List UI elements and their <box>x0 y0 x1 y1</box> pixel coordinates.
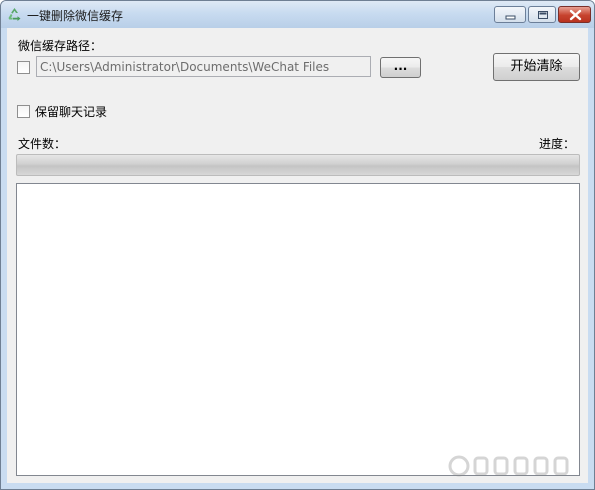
close-button[interactable] <box>558 6 591 23</box>
path-label: 微信缓存路径： <box>18 39 103 53</box>
close-icon <box>569 9 582 21</box>
main-panel: 微信缓存路径： C:\Users\Administrator\Documents… <box>7 28 588 483</box>
path-checkbox[interactable] <box>17 61 30 74</box>
file-count-label: 文件数： <box>18 137 67 151</box>
path-input[interactable]: C:\Users\Administrator\Documents\WeChat … <box>36 56 371 77</box>
app-window: 一键删除微信缓存 微信缓存路径： C:\Users\Administrator\… <box>0 0 595 490</box>
recycle-icon <box>7 7 22 22</box>
title-bar[interactable]: 一键删除微信缓存 <box>1 1 594 28</box>
minimize-button[interactable] <box>494 6 526 23</box>
keep-chat-label[interactable]: 保留聊天记录 <box>35 103 107 120</box>
watermark-logo <box>448 455 569 477</box>
maximize-button[interactable] <box>528 6 556 23</box>
start-clear-button[interactable]: 开始清除 <box>493 53 580 81</box>
progress-bar <box>16 154 580 176</box>
browse-button[interactable]: ... <box>380 57 421 78</box>
log-list[interactable] <box>16 183 580 476</box>
progress-label: 进度： <box>539 137 576 151</box>
keep-chat-checkbox[interactable] <box>17 105 30 118</box>
window-title: 一键删除微信缓存 <box>27 9 124 23</box>
minimize-icon <box>505 15 516 20</box>
maximize-icon <box>538 11 548 19</box>
